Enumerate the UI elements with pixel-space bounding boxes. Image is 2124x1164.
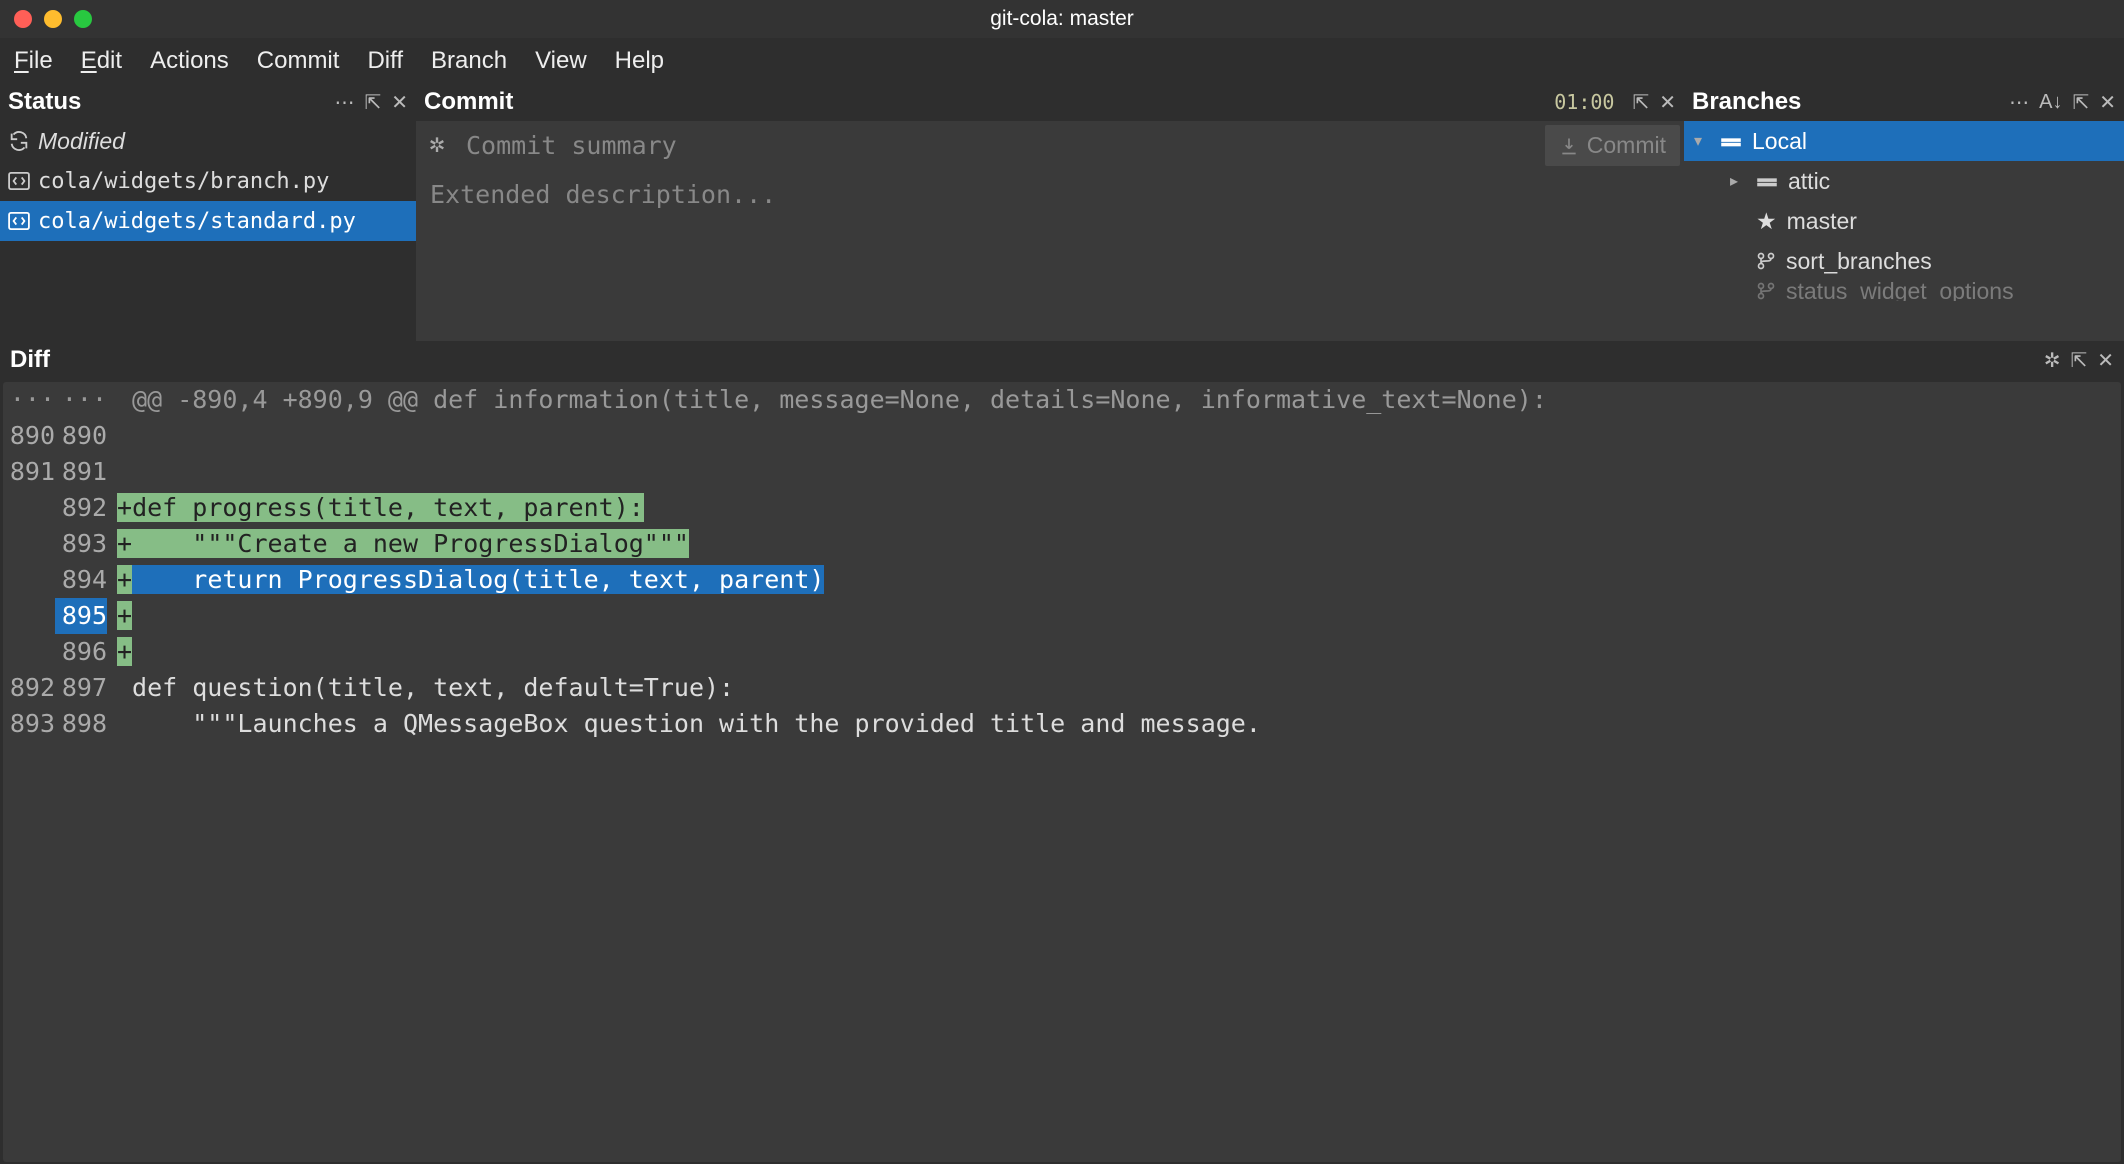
menu-help[interactable]: Help [615,47,664,75]
branch-icon [1756,251,1776,271]
status-file-list[interactable]: Modified cola/widgets/branch.py cola/wid… [0,121,416,341]
menu-actions[interactable]: Actions [150,47,229,75]
diff-title: Diff [10,346,50,374]
status-file-item[interactable]: cola/widgets/branch.py [0,161,416,201]
ellipsis-icon[interactable]: ⋯ [334,90,354,115]
chevron-down-icon[interactable]: ▾ [1694,131,1710,151]
star-icon: ★ [1756,208,1777,235]
folder-icon [1720,133,1742,149]
branch-tree-item[interactable]: sort_branches [1684,241,2124,281]
menu-edit[interactable]: Edit [81,47,122,75]
branch-tree-root[interactable]: ▾ Local [1684,121,2124,161]
branches-header: Branches ⋯ A↓ ⇱ ✕ [1684,83,2124,121]
code-file-icon [8,212,30,230]
status-panel: Status ⋯ ⇱ ✕ Modified cola/widgets/branc… [0,83,416,341]
commit-counter: 01:00 [1554,90,1614,114]
zoom-window-button[interactable] [74,10,92,28]
download-icon [1559,136,1579,156]
status-section-modified[interactable]: Modified [0,121,416,161]
menu-diff[interactable]: Diff [367,47,403,75]
branches-panel: Branches ⋯ A↓ ⇱ ✕ ▾ Local ▸ [1684,83,2124,341]
close-icon[interactable]: ✕ [1659,90,1676,115]
status-file-path: cola/widgets/branch.py [38,169,329,194]
menu-branch[interactable]: Branch [431,47,507,75]
traffic-lights [14,10,92,28]
branch-item-label: attic [1788,168,1830,195]
chevron-right-icon[interactable]: ▸ [1730,171,1746,191]
close-icon[interactable]: ✕ [2099,90,2116,115]
branch-tree-item[interactable]: ★ master [1684,201,2124,241]
commit-panel: Commit 01:00 ⇱ ✕ ✲ Commit [416,83,1684,341]
commit-options-button[interactable]: ✲ [420,125,454,166]
popout-icon[interactable]: ⇱ [364,90,381,115]
branch-tree-item[interactable]: status_widget_options [1684,281,2124,301]
sort-icon[interactable]: A↓ [2039,91,2062,114]
menu-file[interactable]: File [14,47,53,75]
ellipsis-icon[interactable]: ⋯ [2009,90,2029,115]
diff-panel: Diff ✲ ⇱ ✕ ······ @@ -890,4 +890,9 @@ de… [0,341,2124,1162]
branches-tree[interactable]: ▾ Local ▸ attic ★ master [1684,121,2124,341]
branch-root-label: Local [1752,128,1807,155]
gear-icon: ✲ [429,133,446,158]
popout-icon[interactable]: ⇱ [2072,90,2089,115]
branch-item-label: status_widget_options [1786,281,2014,301]
menu-commit[interactable]: Commit [257,47,340,75]
commit-header: Commit 01:00 ⇱ ✕ [416,83,1684,121]
window-titlebar: git-cola: master [0,0,2124,38]
refresh-icon [8,132,30,150]
commit-button[interactable]: Commit [1545,125,1680,166]
commit-description-input[interactable] [420,172,1680,337]
popout-icon[interactable]: ⇱ [2070,348,2087,373]
branch-item-label: master [1787,208,1857,235]
commit-summary-input[interactable] [460,125,1539,166]
branch-tree-item[interactable]: ▸ attic [1684,161,2124,201]
status-title: Status [8,88,81,116]
menu-view[interactable]: View [535,47,587,75]
status-header: Status ⋯ ⇱ ✕ [0,83,416,121]
branches-title: Branches [1692,88,1801,116]
close-window-button[interactable] [14,10,32,28]
code-file-icon [8,172,30,190]
folder-icon [1756,173,1778,189]
diff-header: Diff ✲ ⇱ ✕ [0,341,2124,379]
menubar: File Edit Actions Commit Diff Branch Vie… [0,38,2124,83]
status-section-label: Modified [38,128,125,155]
commit-button-label: Commit [1587,132,1666,159]
window-title: git-cola: master [990,7,1134,31]
diff-viewer[interactable]: ······ @@ -890,4 +890,9 @@ def informati… [3,382,2121,1162]
minimize-window-button[interactable] [44,10,62,28]
commit-title: Commit [424,88,513,116]
close-icon[interactable]: ✕ [391,90,408,115]
branch-icon [1756,281,1776,301]
status-file-item[interactable]: cola/widgets/standard.py [0,201,416,241]
popout-icon[interactable]: ⇱ [1632,90,1649,115]
branch-item-label: sort_branches [1786,248,1932,275]
gear-icon[interactable]: ✲ [2044,348,2061,373]
status-file-path: cola/widgets/standard.py [38,209,356,234]
close-icon[interactable]: ✕ [2097,348,2114,373]
